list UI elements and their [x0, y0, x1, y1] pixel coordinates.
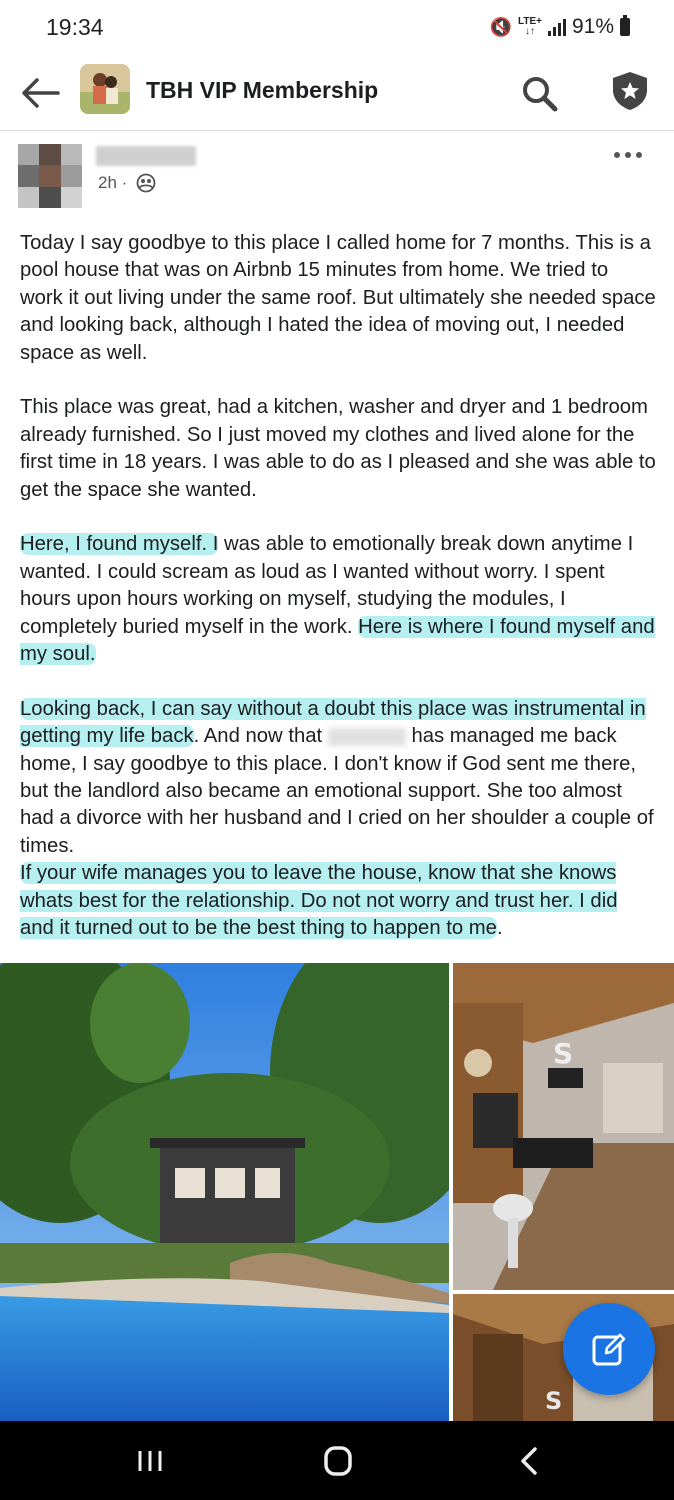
search-icon[interactable]: [520, 74, 558, 112]
group-avatar[interactable]: [80, 64, 130, 114]
post-paragraph-4: Looking back, I can say without a doubt …: [20, 696, 656, 943]
author-avatar[interactable]: [18, 144, 82, 208]
compose-icon: [592, 1333, 626, 1366]
highlighted-text: If your wife manages you to leave the ho…: [20, 862, 618, 940]
group-title[interactable]: TBH VIP Membership: [146, 77, 378, 104]
post-paragraph-2: This place was great, had a kitchen, was…: [20, 396, 656, 501]
status-icons: 🔇 LTE+ ↓↑ 91%: [490, 15, 630, 39]
status-time: 19:34: [46, 14, 104, 40]
battery-icon: [620, 15, 630, 36]
battery-percent: 91%: [571, 15, 614, 38]
post-paragraph-1: Today I say goodbye to this place I call…: [20, 232, 656, 364]
lte-icon: LTE+ ↓↑: [517, 16, 542, 37]
paragraph-text: .: [496, 917, 503, 940]
redacted-name: [327, 727, 406, 746]
svg-text:S: S: [545, 1387, 562, 1415]
post-paragraph-3: Here, I found myself. I was able to emot…: [20, 531, 656, 668]
group-header: TBH VIP Membership: [0, 56, 674, 131]
more-options-icon[interactable]: [614, 152, 642, 158]
mute-icon: 🔇: [489, 16, 512, 37]
pool-house-photo[interactable]: [0, 963, 449, 1421]
highlighted-text: Here, I found myself. I: [20, 533, 219, 556]
post-header: 2h ·: [0, 132, 674, 222]
compose-button[interactable]: [563, 1303, 655, 1395]
paragraph-text: . And now that: [193, 725, 328, 748]
post-time: 2h ·: [98, 173, 128, 192]
network-type: LTE+: [517, 16, 542, 27]
back-arrow-icon[interactable]: [20, 76, 60, 110]
system-nav-bar: [0, 1421, 674, 1500]
post-text: Today I say goodbye to this place I call…: [20, 230, 656, 943]
home-icon[interactable]: [306, 1435, 370, 1487]
svg-text:S: S: [553, 1037, 573, 1070]
status-bar: 19:34 🔇 LTE+ ↓↑ 91%: [0, 0, 674, 56]
recents-icon[interactable]: [120, 1439, 180, 1483]
shield-icon[interactable]: [610, 70, 650, 112]
signal-icon: [547, 18, 566, 36]
members-icon: [136, 173, 156, 193]
living-room-photo[interactable]: S: [453, 963, 674, 1290]
back-icon[interactable]: [500, 1439, 560, 1483]
author-name-redacted: [96, 146, 196, 166]
